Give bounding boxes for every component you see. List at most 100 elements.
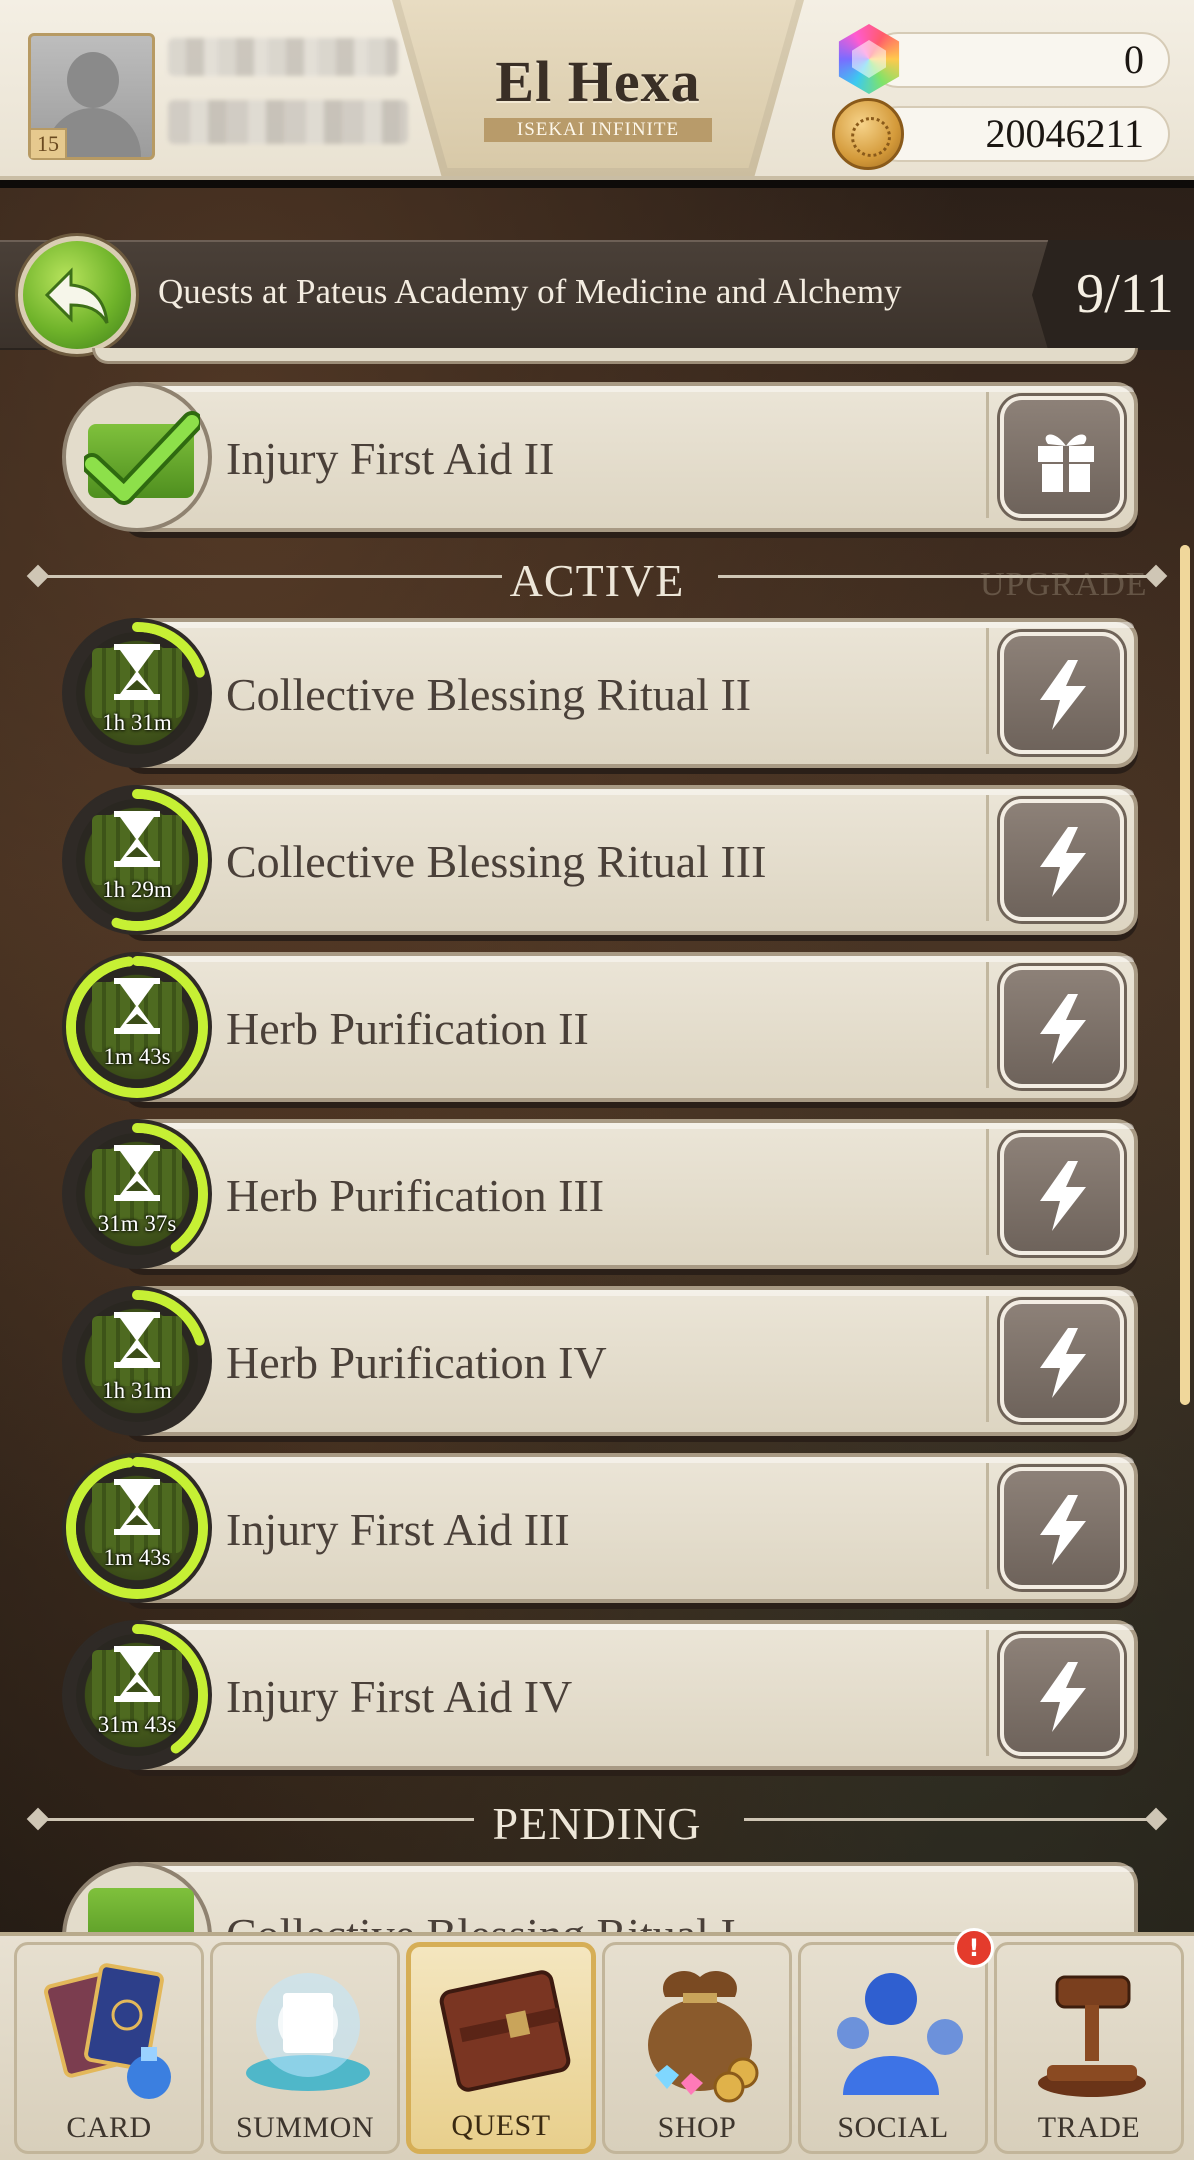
hourglass-icon xyxy=(114,644,160,700)
scrollbar-thumb[interactable] xyxy=(1180,545,1190,1405)
speed-up-button[interactable] xyxy=(1000,966,1124,1088)
speed-up-button[interactable] xyxy=(1000,1467,1124,1589)
quest-location-title: Quests at Pateus Academy of Medicine and… xyxy=(158,272,902,311)
game-logo-subtitle: ISEKAI INFINITE xyxy=(484,118,712,142)
nav-trade[interactable]: TRADE xyxy=(994,1942,1184,2154)
quest-row-active[interactable]: 1h 29m Collective Blessing Ritual III xyxy=(62,785,1138,935)
speed-up-button[interactable] xyxy=(1000,1634,1124,1756)
quest-name: Herb Purification II xyxy=(226,1003,589,1054)
row-divider xyxy=(986,962,989,1088)
quest-timer: 1h 31m xyxy=(62,1286,212,1436)
header-shadow xyxy=(0,180,1194,188)
previous-row-peek xyxy=(92,348,1138,364)
quest-timer: 31m 43s xyxy=(62,1620,212,1770)
nav-label: SUMMON xyxy=(235,2111,375,2144)
player-subtitle-blurred xyxy=(168,100,408,144)
coin-counter[interactable]: 20046211 xyxy=(870,106,1170,162)
row-divider xyxy=(986,1630,989,1756)
nav-label: CARD xyxy=(66,2111,152,2144)
quest-row-completed[interactable]: Injury First Aid II xyxy=(62,382,1138,532)
lightning-icon xyxy=(1040,1161,1086,1231)
quest-row-active[interactable]: 31m 37s Herb Purification III xyxy=(62,1119,1138,1269)
lightning-icon xyxy=(1040,1495,1086,1565)
back-arrow-icon xyxy=(44,267,109,324)
social-alert-badge: ! xyxy=(954,1928,994,1968)
hourglass-icon xyxy=(114,1312,160,1368)
hourglass-icon xyxy=(114,978,160,1034)
timer-text: 31m 37s xyxy=(97,1211,177,1236)
nav-quest[interactable]: QUEST xyxy=(406,1942,596,2154)
lightning-icon xyxy=(1040,994,1086,1064)
row-divider xyxy=(986,795,989,921)
summon-icon xyxy=(246,1973,370,2091)
gavel-icon xyxy=(1038,1975,1146,2097)
faded-upgrade-text: UPGRADE xyxy=(980,566,1148,603)
quest-name: Injury First Aid III xyxy=(226,1504,570,1555)
checkmark-icon xyxy=(84,411,200,505)
quest-book-icon xyxy=(439,1970,571,2092)
quest-timer: 1h 29m xyxy=(62,785,212,935)
shop-bag-icon xyxy=(648,1970,759,2103)
nav-label: SHOP xyxy=(657,2111,737,2144)
hourglass-icon xyxy=(114,1646,160,1702)
gem-counter[interactable]: 0 xyxy=(870,32,1170,88)
quest-name: Herb Purification III xyxy=(226,1170,605,1221)
quest-row-active[interactable]: 1m 43s Herb Purification II xyxy=(62,952,1138,1102)
lightning-icon xyxy=(1040,827,1086,897)
lightning-icon xyxy=(1040,1662,1086,1732)
quest-name: Injury First Aid II xyxy=(226,433,555,484)
back-button[interactable] xyxy=(18,236,136,354)
nav-label: SOCIAL xyxy=(837,2111,949,2144)
gift-icon xyxy=(1038,434,1094,492)
quest-name: Injury First Aid IV xyxy=(226,1671,573,1722)
speed-up-button[interactable] xyxy=(1000,799,1124,921)
row-divider xyxy=(986,1463,989,1589)
quest-row-active[interactable]: 31m 43s Injury First Aid IV xyxy=(62,1620,1138,1770)
row-divider xyxy=(986,1129,989,1255)
quest-row-active[interactable]: 1m 43s Injury First Aid III xyxy=(62,1453,1138,1603)
hourglass-icon xyxy=(114,811,160,867)
quest-name: Collective Blessing Ritual I xyxy=(226,1908,926,1932)
book-icon xyxy=(88,1888,194,1932)
nav-summon[interactable]: SUMMON xyxy=(210,1942,400,2154)
claim-reward-button[interactable] xyxy=(1000,396,1124,518)
quest-row-pending[interactable]: Collective Blessing Ritual I xyxy=(62,1862,1138,1932)
timer-text: 1h 31m xyxy=(102,1378,172,1403)
speed-up-button[interactable] xyxy=(1000,1300,1124,1422)
section-divider-pending: PENDING xyxy=(26,1798,1168,1849)
quest-count: 9/11 xyxy=(1076,263,1174,325)
nav-card[interactable]: CARD xyxy=(14,1942,204,2154)
nav-label: QUEST xyxy=(451,2109,551,2142)
speed-up-button[interactable] xyxy=(1000,632,1124,754)
lightning-icon xyxy=(1040,660,1086,730)
row-divider xyxy=(986,628,989,754)
nav-social[interactable]: SOCIAL xyxy=(798,1942,988,2154)
avatar-head xyxy=(67,52,119,108)
timer-text: 1m 43s xyxy=(103,1044,171,1069)
game-logo: El Hexa xyxy=(495,49,701,114)
quest-timer: 1h 31m xyxy=(62,618,212,768)
speed-up-button[interactable] xyxy=(1000,1133,1124,1255)
nav-shop[interactable]: SHOP xyxy=(602,1942,792,2154)
quest-name: Herb Purification IV xyxy=(226,1337,607,1388)
hourglass-icon xyxy=(114,1479,160,1535)
row-divider xyxy=(986,392,989,518)
timer-text: 1m 43s xyxy=(103,1545,171,1570)
divider-line xyxy=(744,1818,1150,1821)
card-icon xyxy=(44,1963,171,2099)
quest-name: Collective Blessing Ritual II xyxy=(226,669,752,720)
player-name-blurred xyxy=(168,38,398,76)
timer-text: 31m 43s xyxy=(97,1712,177,1737)
quest-timer: 31m 37s xyxy=(62,1119,212,1269)
row-divider xyxy=(986,1296,989,1422)
quest-name: Collective Blessing Ritual III xyxy=(226,836,767,887)
timer-text: 1h 31m xyxy=(102,710,172,735)
timer-text: 1h 29m xyxy=(102,877,172,902)
nav-label: TRADE xyxy=(1037,2111,1141,2144)
completed-badge xyxy=(62,382,212,532)
hourglass-icon xyxy=(114,1145,160,1201)
gold-coin-icon xyxy=(832,98,904,170)
quest-row-active[interactable]: 1h 31m Herb Purification IV xyxy=(62,1286,1138,1436)
quest-row-active[interactable]: 1h 31m Collective Blessing Ritual II xyxy=(62,618,1138,768)
quest-timer: 1m 43s xyxy=(62,1453,212,1603)
